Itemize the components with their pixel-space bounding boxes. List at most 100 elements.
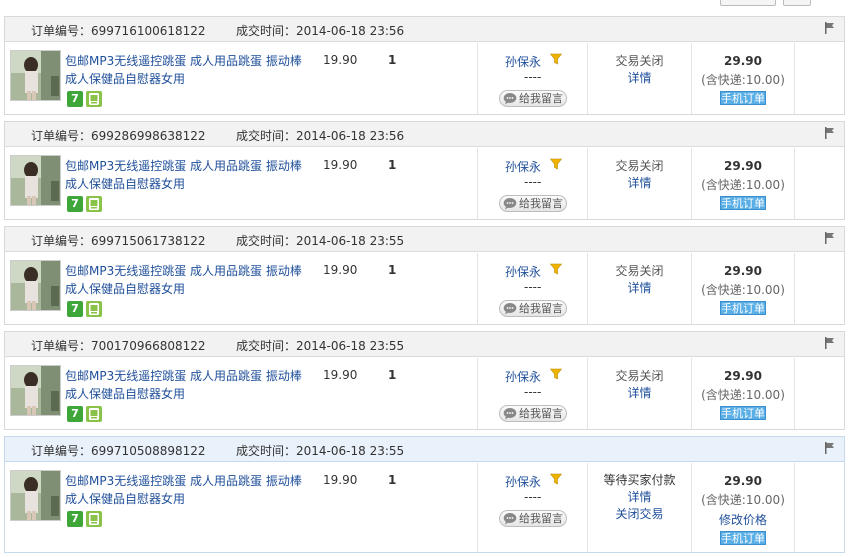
shipping-fee: (含快递:10.00) bbox=[701, 178, 785, 192]
order-body: 包邮MP3无线遥控跳蛋 成人用品跳蛋 振动棒成人保健品自慰器女用 7 19.90… bbox=[5, 43, 844, 114]
product-thumbnail[interactable] bbox=[10, 260, 61, 311]
mobile-phone-icon bbox=[86, 406, 102, 422]
flag-icon[interactable] bbox=[824, 127, 836, 139]
total-amount: 29.90 bbox=[724, 264, 762, 278]
buyer-name-link[interactable]: 孙保永 bbox=[505, 368, 541, 385]
unit-price: 19.90 bbox=[323, 473, 358, 487]
details-link[interactable]: 详情 bbox=[588, 175, 691, 192]
cropped-top-button[interactable] bbox=[720, 0, 776, 6]
column-divider bbox=[794, 148, 795, 219]
seven-day-return-icon: 7 bbox=[67, 91, 83, 107]
order-total: 29.90 (含快递:10.00) 手机订单 bbox=[692, 43, 794, 105]
column-divider bbox=[477, 358, 478, 429]
unit-price: 19.90 bbox=[323, 263, 358, 277]
leave-message-button[interactable]: 给我留言 bbox=[499, 405, 567, 422]
order-card: 订单编号：700170966808122 成交时间：2014-06-18 23:… bbox=[4, 331, 845, 430]
seven-day-return-icon: 7 bbox=[67, 511, 83, 527]
mobile-order-badge: 手机订单 bbox=[720, 406, 766, 420]
order-number: 订单编号：699286998638122 bbox=[31, 129, 206, 143]
mobile-order-badge: 手机订单 bbox=[720, 531, 766, 545]
quantity: 1 bbox=[388, 158, 397, 172]
speech-bubble-icon bbox=[503, 197, 517, 210]
order-header: 订单编号：699286998638122 成交时间：2014-06-18 23:… bbox=[5, 122, 844, 147]
buyer-extra: ---- bbox=[524, 490, 542, 504]
product-title-link[interactable]: 包邮MP3无线遥控跳蛋 成人用品跳蛋 振动棒成人保健品自慰器女用 bbox=[65, 157, 305, 193]
buyer-extra: ---- bbox=[524, 70, 542, 84]
deal-time: 成交时间：2014-06-18 23:55 bbox=[236, 444, 405, 458]
funnel-icon[interactable] bbox=[549, 368, 563, 380]
buyer-name-link[interactable]: 孙保永 bbox=[505, 53, 541, 70]
close-trade-link[interactable]: 关闭交易 bbox=[588, 506, 691, 523]
buyer-extra: ---- bbox=[524, 280, 542, 294]
unit-price: 19.90 bbox=[323, 368, 358, 382]
mobile-order-badge: 手机订单 bbox=[720, 301, 766, 315]
product-title-link[interactable]: 包邮MP3无线遥控跳蛋 成人用品跳蛋 振动棒成人保健品自慰器女用 bbox=[65, 367, 305, 403]
buyer-name-link[interactable]: 孙保永 bbox=[505, 473, 541, 490]
speech-bubble-icon bbox=[503, 92, 517, 105]
flag-icon[interactable] bbox=[824, 232, 836, 244]
buyer-name-link[interactable]: 孙保永 bbox=[505, 263, 541, 280]
seven-day-return-icon: 7 bbox=[67, 301, 83, 317]
product-title-link[interactable]: 包邮MP3无线遥控跳蛋 成人用品跳蛋 振动棒成人保健品自慰器女用 bbox=[65, 52, 305, 88]
order-card: 订单编号：699715061738122 成交时间：2014-06-18 23:… bbox=[4, 226, 845, 325]
product-title-link[interactable]: 包邮MP3无线遥控跳蛋 成人用品跳蛋 振动棒成人保健品自慰器女用 bbox=[65, 472, 305, 508]
shipping-fee: (含快递:10.00) bbox=[701, 493, 785, 507]
speech-bubble-icon bbox=[503, 512, 517, 525]
unit-price: 19.90 bbox=[323, 53, 358, 67]
trade-status: 交易关闭 详情 bbox=[588, 263, 691, 297]
buyer-name-link[interactable]: 孙保永 bbox=[505, 158, 541, 175]
order-number: 订单编号：699716100618122 bbox=[31, 24, 206, 38]
flag-icon[interactable] bbox=[824, 442, 836, 454]
flag-icon[interactable] bbox=[824, 337, 836, 349]
funnel-icon[interactable] bbox=[549, 263, 563, 275]
total-amount: 29.90 bbox=[724, 159, 762, 173]
column-divider bbox=[794, 43, 795, 114]
order-card: 订单编号：699710508898122 成交时间：2014-06-18 23:… bbox=[4, 436, 845, 553]
product-thumbnail[interactable] bbox=[10, 50, 61, 101]
quantity: 1 bbox=[388, 53, 397, 67]
product-thumbnail[interactable] bbox=[10, 155, 61, 206]
details-link[interactable]: 详情 bbox=[588, 280, 691, 297]
order-card: 订单编号：699716100618122 成交时间：2014-06-18 23:… bbox=[4, 16, 845, 115]
order-body: 包邮MP3无线遥控跳蛋 成人用品跳蛋 振动棒成人保健品自慰器女用 7 19.90… bbox=[5, 463, 844, 552]
deal-time: 成交时间：2014-06-18 23:55 bbox=[236, 339, 405, 353]
details-link[interactable]: 详情 bbox=[588, 489, 691, 506]
trade-status: 交易关闭 详情 bbox=[588, 158, 691, 192]
mobile-phone-icon bbox=[86, 91, 102, 107]
mobile-order-badge: 手机订单 bbox=[720, 91, 766, 105]
status-text: 等待买家付款 bbox=[603, 473, 676, 487]
shipping-fee: (含快递:10.00) bbox=[701, 388, 785, 402]
status-text: 交易关闭 bbox=[615, 369, 664, 383]
order-total: 29.90 (含快递:10.00) 修改价格 手机订单 bbox=[692, 463, 794, 545]
order-body: 包邮MP3无线遥控跳蛋 成人用品跳蛋 振动棒成人保健品自慰器女用 7 19.90… bbox=[5, 253, 844, 324]
leave-message-button[interactable]: 给我留言 bbox=[499, 510, 567, 527]
order-body: 包邮MP3无线遥控跳蛋 成人用品跳蛋 振动棒成人保健品自慰器女用 7 19.90… bbox=[5, 148, 844, 219]
order-number: 订单编号：700170966808122 bbox=[31, 339, 206, 353]
order-number: 订单编号：699715061738122 bbox=[31, 234, 206, 248]
cropped-top-button[interactable] bbox=[783, 0, 811, 6]
funnel-icon[interactable] bbox=[549, 53, 563, 65]
product-title-link[interactable]: 包邮MP3无线遥控跳蛋 成人用品跳蛋 振动棒成人保健品自慰器女用 bbox=[65, 262, 305, 298]
order-total: 29.90 (含快递:10.00) 手机订单 bbox=[692, 148, 794, 210]
details-link[interactable]: 详情 bbox=[588, 385, 691, 402]
product-thumbnail[interactable] bbox=[10, 365, 61, 416]
column-divider bbox=[794, 358, 795, 429]
product-thumbnail[interactable] bbox=[10, 470, 61, 521]
leave-message-button[interactable]: 给我留言 bbox=[499, 195, 567, 212]
modify-price-link[interactable]: 修改价格 bbox=[692, 511, 794, 528]
column-divider bbox=[477, 43, 478, 114]
quantity: 1 bbox=[388, 368, 397, 382]
details-link[interactable]: 详情 bbox=[588, 70, 691, 87]
flag-icon[interactable] bbox=[824, 22, 836, 34]
funnel-icon[interactable] bbox=[549, 158, 563, 170]
column-divider bbox=[477, 148, 478, 219]
seven-day-return-icon: 7 bbox=[67, 406, 83, 422]
funnel-icon[interactable] bbox=[549, 473, 563, 485]
leave-message-button[interactable]: 给我留言 bbox=[499, 300, 567, 317]
buyer-extra: ---- bbox=[524, 175, 542, 189]
quantity: 1 bbox=[388, 263, 397, 277]
speech-bubble-icon bbox=[503, 302, 517, 315]
order-header: 订单编号：699715061738122 成交时间：2014-06-18 23:… bbox=[5, 227, 844, 252]
leave-message-button[interactable]: 给我留言 bbox=[499, 90, 567, 107]
total-amount: 29.90 bbox=[724, 54, 762, 68]
